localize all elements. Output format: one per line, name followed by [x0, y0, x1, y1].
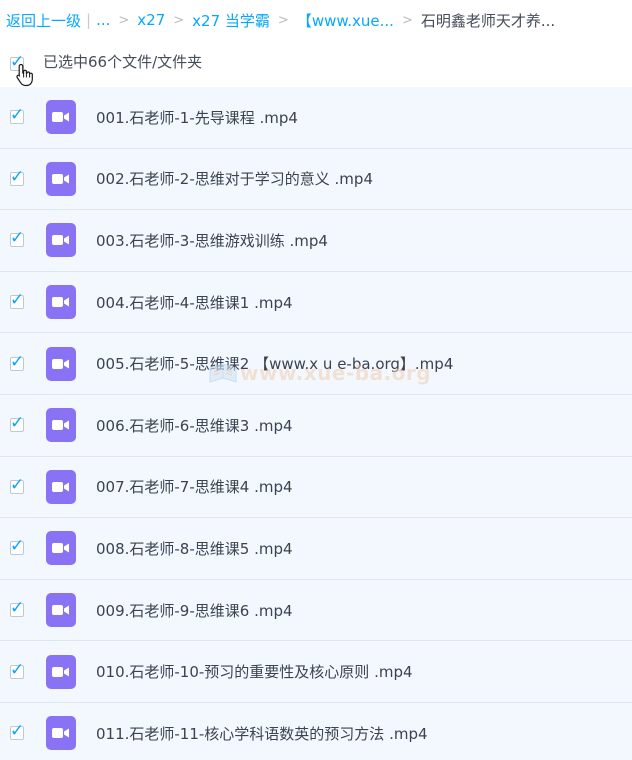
file-name[interactable]: 007.石老师-7-思维课4 .mp4 [96, 476, 293, 497]
checkmark-icon: ✓ [10, 598, 25, 619]
file-name[interactable]: 008.石老师-8-思维课5 .mp4 [96, 538, 293, 559]
file-name[interactable]: 004.石老师-4-思维课1 .mp4 [96, 292, 293, 313]
file-checkbox[interactable]: ✓ [10, 413, 24, 433]
video-file-icon [46, 285, 76, 320]
breadcrumb-item-x27[interactable]: x27 [137, 11, 165, 29]
file-checkbox[interactable]: ✓ [10, 598, 24, 618]
checkmark-icon: ✓ [10, 228, 25, 249]
breadcrumb: 返回上一级 | ... > x27 > x27 当学霸 > 【www.xue..… [0, 0, 632, 40]
video-file-icon [46, 100, 76, 135]
file-checkbox[interactable]: ✓ [10, 228, 24, 248]
file-row[interactable]: ✓ 003.石老师-3-思维游戏训练 .mp4 [0, 210, 632, 272]
breadcrumb-separator: > [118, 12, 130, 28]
file-checkbox[interactable]: ✓ [10, 660, 24, 680]
file-row[interactable]: ✓ 001.石老师-1-先导课程 .mp4 [0, 87, 632, 149]
video-file-icon [46, 716, 76, 751]
checkmark-icon: ✓ [10, 105, 25, 126]
file-name[interactable]: 009.石老师-9-思维课6 .mp4 [96, 600, 293, 621]
breadcrumb-separator: > [173, 12, 185, 28]
checkmark-icon: ✓ [10, 166, 25, 187]
file-browser: 返回上一级 | ... > x27 > x27 当学霸 > 【www.xue..… [0, 0, 632, 760]
file-row[interactable]: ✓ 010.石老师-10-预习的重要性及核心原则 .mp4 [0, 641, 632, 703]
checkmark-icon: ✓ [10, 351, 25, 372]
file-checkbox[interactable]: ✓ [10, 721, 24, 741]
hand-pointer-icon [16, 63, 33, 87]
file-row[interactable]: ✓ 008.石老师-8-思维课5 .mp4 [0, 518, 632, 580]
breadcrumb-item-xueba-site[interactable]: 【www.xue... [297, 10, 394, 31]
file-row[interactable]: ✓ 002.石老师-2-思维对于学习的意义 .mp4 [0, 148, 632, 211]
file-row[interactable]: ✓ 007.石老师-7-思维课4 .mp4 [0, 456, 632, 519]
file-name[interactable]: 001.石老师-1-先导课程 .mp4 [96, 107, 298, 128]
checkmark-icon: ✓ [10, 536, 25, 557]
checkmark-icon: ✓ [10, 474, 25, 495]
breadcrumb-separator: > [277, 12, 289, 28]
file-name[interactable]: 006.石老师-6-思维课3 .mp4 [96, 415, 293, 436]
selection-bar: ✓ 已选中66个文件/文件夹 [0, 40, 632, 87]
file-list: ✓ 001.石老师-1-先导课程 .mp4 ✓ 002.石老师-2-思维对于学习… [0, 87, 632, 760]
file-checkbox[interactable]: ✓ [10, 536, 24, 556]
file-checkbox[interactable]: ✓ [10, 475, 24, 495]
selection-count: 已选中66个文件/文件夹 [43, 53, 203, 71]
breadcrumb-separator: > [401, 12, 413, 28]
breadcrumb-divider: | [86, 11, 92, 29]
file-name[interactable]: 003.石老师-3-思维游戏训练 .mp4 [96, 230, 328, 251]
file-row[interactable]: ✓ 006.石老师-6-思维课3 .mp4 [0, 394, 632, 457]
file-name[interactable]: 005.石老师-5-思维课2 【www.x u e-ba.org】.mp4 [96, 353, 453, 374]
file-checkbox[interactable]: ✓ [10, 105, 24, 125]
video-file-icon [46, 223, 76, 258]
video-file-icon [46, 408, 76, 443]
video-file-icon [46, 161, 76, 196]
checkmark-icon: ✓ [10, 413, 25, 434]
checkmark-icon: ✓ [10, 659, 25, 680]
file-checkbox[interactable]: ✓ [10, 352, 24, 372]
video-file-icon [46, 593, 76, 628]
file-name[interactable]: 011.石老师-11-核心学科语数英的预习方法 .mp4 [96, 723, 428, 744]
file-row[interactable]: ✓ 004.石老师-4-思维课1 .mp4 [0, 271, 632, 334]
breadcrumb-back-link[interactable]: 返回上一级 [6, 10, 81, 31]
file-checkbox[interactable]: ✓ [10, 167, 24, 187]
checkmark-icon: ✓ [10, 721, 25, 742]
breadcrumb-current-folder: 石明鑫老师天才养... [420, 11, 556, 30]
breadcrumb-item-x27-xueba[interactable]: x27 当学霸 [192, 10, 270, 31]
file-row[interactable]: ✓ 011.石老师-11-核心学科语数英的预习方法 .mp4 [0, 702, 632, 760]
file-row[interactable]: ✓ 009.石老师-9-思维课6 .mp4 [0, 579, 632, 642]
video-file-icon [46, 469, 76, 504]
file-row[interactable]: ✓ 005.石老师-5-思维课2 【www.x u e-ba.org】.mp4 [0, 333, 632, 395]
file-name[interactable]: 002.石老师-2-思维对于学习的意义 .mp4 [96, 168, 373, 189]
file-name[interactable]: 010.石老师-10-预习的重要性及核心原则 .mp4 [96, 661, 413, 682]
breadcrumb-ellipsis[interactable]: ... [96, 11, 110, 29]
checkmark-icon: ✓ [10, 290, 25, 311]
video-file-icon [46, 346, 76, 381]
video-file-icon [46, 531, 76, 566]
video-file-icon [46, 654, 76, 689]
file-checkbox[interactable]: ✓ [10, 290, 24, 310]
